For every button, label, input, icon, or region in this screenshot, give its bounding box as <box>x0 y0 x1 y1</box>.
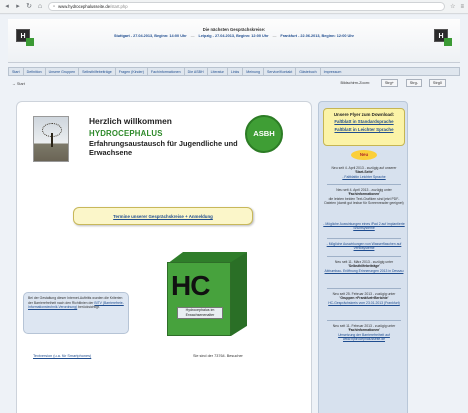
menu-item-fragen[interactable]: Fragen (Kinder) <box>116 68 148 75</box>
zoom-reset-button[interactable]: Strg0 <box>428 79 446 87</box>
flyer-link-standard[interactable]: Faltblatt in Standardsprache <box>324 118 404 126</box>
forward-icon[interactable]: ▸ <box>15 2 21 12</box>
page: H Die nächsten Gesprächskreise: Stuttgar… <box>0 15 468 413</box>
menu-item-impressum[interactable]: Impressum <box>321 68 345 75</box>
zoom-label: Bildschirm-Zoom: <box>340 81 370 85</box>
meeting-date-3: Frankfurt - 22.06.2013, Beginn: 12:00 Uh… <box>280 34 355 38</box>
news-item: Neu seit 4. April 2013 - zuzügig unter '… <box>324 188 404 206</box>
menu-item-start[interactable]: Start <box>9 68 24 75</box>
asbh-logo[interactable]: ASBH <box>245 115 283 153</box>
browser-toolbar: ◂ ▸ ↻ ⌂ ▫ www.hydrocephalusseite.de/star… <box>0 0 468 14</box>
hc-cube-logo: HC Hydrocephalus im Erwachsenenalter <box>167 252 247 338</box>
site-header: H Die nächsten Gesprächskreise: Stuttgar… <box>8 19 460 63</box>
breadcrumb[interactable]: → Start <box>12 82 25 86</box>
menu-item-gaestebuch[interactable]: Gästebuch <box>296 68 321 75</box>
meeting-date-2: Leipzig - 27.04.2013, Beginn: 12:00 Uhr <box>198 34 269 38</box>
cube-label: Hydrocephalus im Erwachsenenalter <box>177 307 223 319</box>
termine-link[interactable]: Termine unserer Gesprächskreise + Anmeld… <box>73 207 253 225</box>
page-icon: ▫ <box>53 3 56 10</box>
news-item: Neu seit 25. Februar 2013 - zuzügig unte… <box>328 292 400 305</box>
zoom-in-button[interactable]: Strg+ <box>380 79 398 87</box>
menu-item-links[interactable]: Links <box>228 68 244 75</box>
flyer-link-leicht[interactable]: Faltblatt in Leichter Sprache <box>324 126 404 134</box>
news-item: Neu seit 4. April 2013 - zuzügig auf uns… <box>331 166 397 179</box>
address-bar[interactable]: ▫ www.hydrocephalusseite.de/start.php <box>48 2 446 11</box>
menu-icon[interactable]: ≡ <box>460 4 464 10</box>
home-icon[interactable]: ⌂ <box>37 2 43 12</box>
accessibility-note: Bei der Gestaltung dieser Internet-Auftr… <box>23 292 129 334</box>
news-item: - Mögliche Auswirkungen von Wasserflasch… <box>326 242 402 251</box>
main-content: Herzlich willkommen HYDROCEPHALUS Erfahr… <box>16 101 312 413</box>
main-menu: Start Definition Unsere Gruppen Selbsthi… <box>8 67 460 76</box>
textversion-link[interactable]: Textversion (u.a. für Smartphones) <box>33 354 91 358</box>
flyer-box: Unsere Flyer zum Download: Faltblatt in … <box>323 108 405 146</box>
sub-toolbar: → Start Bildschirm-Zoom: Strg+ Strg- Str… <box>8 77 460 89</box>
menu-item-asbh[interactable]: Die ASBH <box>185 68 208 75</box>
news-item: Neu seit 11. Februar 2013 - zuzügig unte… <box>332 324 396 342</box>
site-subtitle: Erfahrungsaustausch für Jugendliche und … <box>89 139 238 157</box>
back-icon[interactable]: ◂ <box>4 2 10 12</box>
brand-title: HYDROCEPHALUS <box>89 129 163 138</box>
hc-logo-right[interactable]: H <box>432 27 454 49</box>
menu-item-service[interactable]: Service/Kontakt <box>264 68 297 75</box>
url-domain: www.hydrocephalusseite.de <box>58 4 111 9</box>
cube-letters: HC <box>171 270 210 301</box>
meeting-dates: Stuttgart - 27.04.2013, Beginn: 14:00 Uh… <box>113 34 355 38</box>
star-icon[interactable]: ☆ <box>450 3 455 10</box>
zoom-out-button[interactable]: Strg- <box>405 79 422 87</box>
news-item: - Mögliche Auswirkungen eines iPad 2 auf… <box>323 222 405 231</box>
neu-badge: Neu <box>351 150 377 160</box>
url-path: /start.php <box>110 4 128 9</box>
welcome-heading: Herzlich willkommen <box>89 116 172 126</box>
menu-item-definition[interactable]: Definition <box>24 68 46 75</box>
note-tail: berücksichtigt. <box>78 305 100 310</box>
tree-image <box>33 116 69 162</box>
news-item: Neu seit 11. März 2013 - zuzügig unter '… <box>324 260 404 273</box>
menu-item-fachinfo[interactable]: Fachinformationen <box>148 68 185 75</box>
visitor-counter: Sie sind der 73764. Besucher <box>193 354 243 358</box>
menu-item-literatur[interactable]: Literatur <box>208 68 228 75</box>
reload-icon[interactable]: ↻ <box>26 2 32 12</box>
meeting-date-1: Stuttgart - 27.04.2013, Beginn: 14:00 Uh… <box>113 34 187 38</box>
next-meetings-title: Die nächsten Gesprächskreise: <box>202 27 266 32</box>
news-sidebar: Unsere Flyer zum Download: Faltblatt in … <box>318 101 408 413</box>
menu-item-gruppen[interactable]: Unsere Gruppen <box>46 68 80 75</box>
menu-item-selbsthilfe[interactable]: Selbsthilfebeiträge <box>79 68 116 75</box>
menu-item-meinung[interactable]: Meinung <box>243 68 265 75</box>
